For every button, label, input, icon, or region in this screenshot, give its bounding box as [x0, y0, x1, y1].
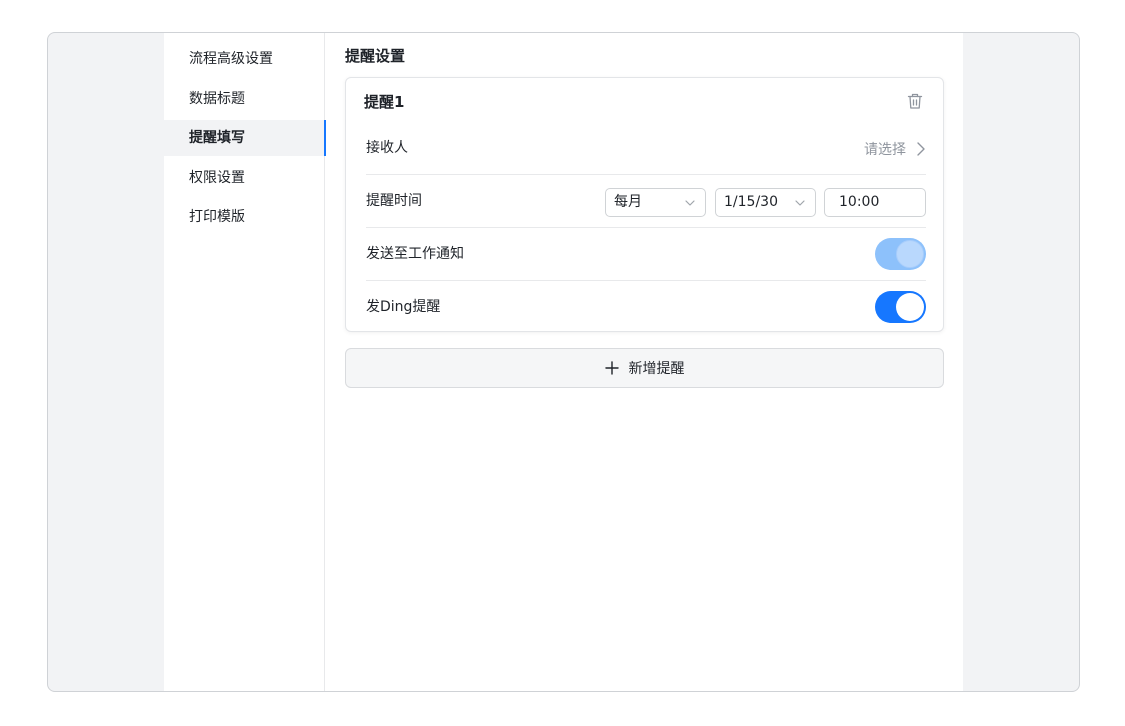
work-notice-row: 发送至工作通知 [366, 228, 926, 281]
sidebar-item-data-title[interactable]: 数据标题 [164, 81, 325, 117]
plus-icon [604, 361, 619, 375]
ding-toggle[interactable] [875, 291, 926, 323]
add-reminder-button[interactable]: 新增提醒 [345, 348, 944, 388]
reminder-card: 提醒1 接收人 请选择 提醒时间 每月 1/15/30 10:00 发送至工作通… [345, 77, 944, 332]
settings-panel: 流程高级设置 数据标题 提醒填写 权限设置 打印模版 提醒设置 提醒1 接收人 … [164, 33, 963, 691]
sidebar-item-advanced-flow[interactable]: 流程高级设置 [164, 41, 325, 77]
main-content: 提醒设置 提醒1 接收人 请选择 提醒时间 每月 1/15/30 10:00 发… [325, 33, 963, 691]
recipient-label: 接收人 [366, 140, 408, 156]
toggle-knob [896, 293, 924, 321]
ding-row: 发Ding提醒 [366, 281, 926, 334]
work-notice-toggle[interactable] [875, 238, 926, 270]
add-reminder-label: 新增提醒 [628, 361, 685, 377]
sidebar-item-reminder[interactable]: 提醒填写 [164, 120, 326, 156]
chevron-right-icon [917, 141, 925, 156]
toggle-knob [896, 240, 924, 268]
sidebar-item-permissions[interactable]: 权限设置 [164, 160, 325, 196]
work-notice-label: 发送至工作通知 [366, 246, 464, 262]
frequency-value: 每月 [614, 194, 642, 210]
ding-label: 发Ding提醒 [366, 299, 441, 315]
sidebar-item-print-template[interactable]: 打印模版 [164, 199, 325, 235]
date-select[interactable]: 1/15/30 [715, 188, 816, 217]
time-value: 10:00 [839, 194, 880, 210]
time-input[interactable]: 10:00 [824, 188, 926, 217]
chevron-down-icon [685, 200, 695, 206]
reminder-time-row: 提醒时间 每月 1/15/30 10:00 [366, 175, 926, 228]
recipient-row: 接收人 请选择 [366, 122, 926, 175]
date-value: 1/15/30 [724, 194, 778, 210]
app-frame: 流程高级设置 数据标题 提醒填写 权限设置 打印模版 提醒设置 提醒1 接收人 … [47, 32, 1080, 692]
reminder-time-label: 提醒时间 [366, 193, 422, 209]
recipient-placeholder: 请选择 [864, 141, 906, 158]
section-title: 提醒设置 [345, 47, 406, 65]
chevron-down-icon [795, 200, 805, 206]
reminder-title: 提醒1 [364, 93, 405, 111]
recipient-picker[interactable]: 请选择 [864, 122, 926, 175]
trash-icon[interactable] [905, 91, 925, 111]
frequency-select[interactable]: 每月 [605, 188, 706, 217]
sidebar-nav: 流程高级设置 数据标题 提醒填写 权限设置 打印模版 [164, 33, 326, 691]
